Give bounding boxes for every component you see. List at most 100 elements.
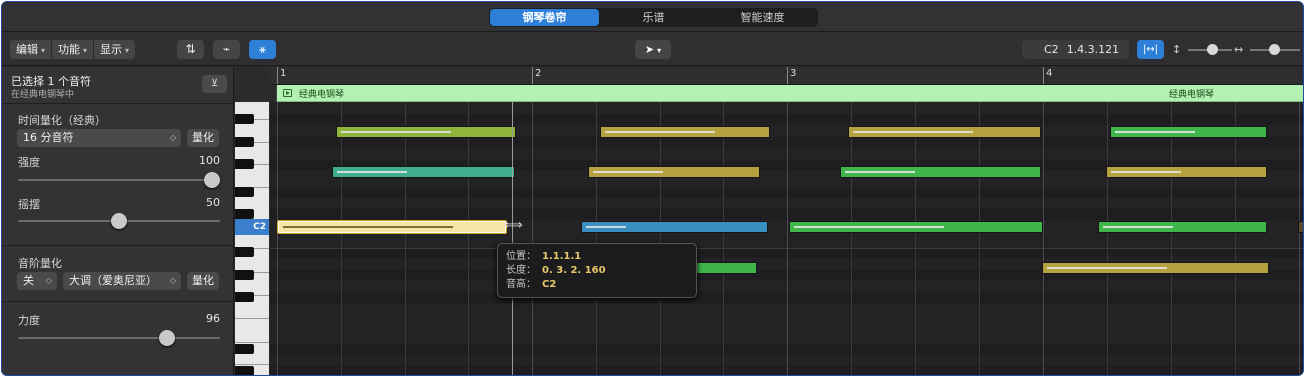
black-key[interactable] xyxy=(235,270,254,280)
tooltip-row: 音高： C2 xyxy=(506,278,688,292)
c2-key[interactable]: C2 xyxy=(235,219,269,235)
bar-number: 4 xyxy=(1046,68,1053,79)
black-key[interactable] xyxy=(235,209,254,219)
black-key[interactable] xyxy=(235,114,254,124)
velocity-line xyxy=(853,131,973,133)
slider-knob[interactable] xyxy=(111,213,127,229)
vertical-zoom-icon: ↕ xyxy=(1172,43,1182,56)
slider-knob[interactable] xyxy=(159,330,175,346)
beat-line xyxy=(979,102,980,375)
chevron-updown-icon: ◇ xyxy=(45,276,52,285)
strength-slider[interactable] xyxy=(18,172,220,188)
note-grid[interactable] xyxy=(270,102,1303,375)
black-key[interactable] xyxy=(235,344,254,354)
horizontal-zoom-slider[interactable]: ↔ xyxy=(1234,40,1302,59)
selected-midi-note[interactable] xyxy=(278,221,506,233)
white-key-divider xyxy=(235,318,269,319)
tooltip-pitch-value: C2 xyxy=(542,279,557,290)
chevron-down-icon: ▾ xyxy=(125,46,130,55)
position-readout: 1.4.3.121 xyxy=(1066,43,1120,56)
velocity-line xyxy=(1047,267,1167,269)
time-quantize-button[interactable]: 量化 xyxy=(187,129,219,147)
midi-note[interactable] xyxy=(695,262,757,274)
scale-quantize-label: 音阶量化 xyxy=(18,257,62,270)
bar-number: 3 xyxy=(790,68,797,79)
midi-note[interactable] xyxy=(840,166,1041,178)
tab-smart-tempo[interactable]: 智能速度 xyxy=(708,9,817,26)
bar-ruler[interactable]: 1 2 3 4 xyxy=(270,67,1303,85)
automation-button[interactable]: ⌁ xyxy=(213,40,240,59)
view-menu-label: 显示 xyxy=(100,43,123,56)
slider-track xyxy=(18,337,220,339)
midi-note[interactable] xyxy=(1042,262,1269,274)
catch-playhead-button[interactable]: |↔| xyxy=(1137,40,1164,59)
bar-tick xyxy=(787,67,788,84)
midi-note[interactable] xyxy=(600,126,770,138)
midi-note[interactable] xyxy=(581,221,768,233)
black-key[interactable] xyxy=(235,292,254,302)
bar-line xyxy=(277,102,278,375)
tooltip-length-value: 0. 3. 2. 160 xyxy=(542,265,606,276)
collapse-icon: ⇅ xyxy=(185,42,196,56)
functions-menu[interactable]: 功能 ▾ xyxy=(52,40,95,59)
beat-line xyxy=(405,102,406,375)
tab-score[interactable]: 乐谱 xyxy=(599,9,708,26)
resize-cursor-icon: ⟺ xyxy=(504,218,523,233)
time-quantize-popup[interactable]: 16 分音符 ◇ xyxy=(17,129,181,147)
quantize-collapse-button[interactable]: ⇅ xyxy=(177,40,204,59)
black-key[interactable] xyxy=(235,187,254,197)
velocity-line xyxy=(283,226,453,228)
beat-line xyxy=(1171,102,1172,375)
black-key[interactable] xyxy=(235,366,254,375)
horizontal-zoom-icon: ↔ xyxy=(1234,43,1244,56)
zoom-knob[interactable] xyxy=(1207,44,1218,55)
midi-note[interactable] xyxy=(1110,126,1267,138)
midi-note[interactable] xyxy=(336,126,516,138)
view-menu[interactable]: 显示 ▾ xyxy=(94,40,135,59)
position-display: C2 1.4.3.121 xyxy=(1022,40,1129,59)
beat-line xyxy=(723,102,724,375)
zoom-knob[interactable] xyxy=(1269,44,1280,55)
midi-in-button[interactable]: ⚹ xyxy=(249,40,276,59)
midi-note[interactable] xyxy=(1106,166,1267,178)
piano-keyboard[interactable]: C2 xyxy=(235,102,269,375)
divider xyxy=(2,103,234,104)
swing-slider[interactable] xyxy=(18,213,220,229)
slider-knob[interactable] xyxy=(204,172,220,188)
midi-note[interactable] xyxy=(789,221,1043,233)
midi-note[interactable] xyxy=(332,166,515,178)
beat-line xyxy=(1107,102,1108,375)
tooltip-length-label: 长度： xyxy=(506,265,536,276)
velocity-slider[interactable] xyxy=(18,330,220,346)
scale-quantize-button[interactable]: 量化 xyxy=(187,272,219,290)
black-key[interactable] xyxy=(235,247,254,257)
edit-menu[interactable]: 编辑 ▾ xyxy=(10,40,53,59)
tab-piano-roll[interactable]: 钢琴卷帘 xyxy=(490,9,599,26)
velocity-line xyxy=(1103,226,1173,228)
midi-note[interactable] xyxy=(588,166,760,178)
slider-track xyxy=(18,179,220,181)
tooltip-row: 长度： 0. 3. 2. 160 xyxy=(506,264,688,278)
beat-line xyxy=(468,102,469,375)
midi-note[interactable] xyxy=(1098,221,1267,233)
scale-type-popup[interactable]: 大调（爱奥尼亚） ◇ xyxy=(63,272,181,290)
scale-root-popup[interactable]: 关 ◇ xyxy=(17,272,57,290)
beat-line xyxy=(851,102,852,375)
midi-region-header[interactable]: 经典电钢琴 经典电钢琴 xyxy=(277,85,1303,102)
pointer-tool-menu[interactable]: ➤ ▾ xyxy=(635,40,671,59)
black-key[interactable] xyxy=(235,137,254,147)
white-key-divider xyxy=(235,364,269,365)
time-quantize-value: 16 分音符 xyxy=(23,131,74,144)
midi-note[interactable] xyxy=(1298,221,1303,233)
vertical-zoom-slider[interactable]: ↕ xyxy=(1172,40,1234,59)
bar-tick xyxy=(1043,67,1044,84)
region-name: 经典电钢琴 xyxy=(299,90,345,100)
velocity-line xyxy=(1115,131,1195,133)
black-key[interactable] xyxy=(235,159,254,169)
inspector-toggle-button[interactable]: ⊻ xyxy=(202,75,227,93)
time-quantize-label: 时间量化（经典） xyxy=(18,114,106,127)
midi-note[interactable] xyxy=(848,126,1041,138)
scale-root-value: 关 xyxy=(23,274,34,287)
bar-tick xyxy=(532,67,533,84)
chevron-updown-icon: ◇ xyxy=(169,133,176,142)
